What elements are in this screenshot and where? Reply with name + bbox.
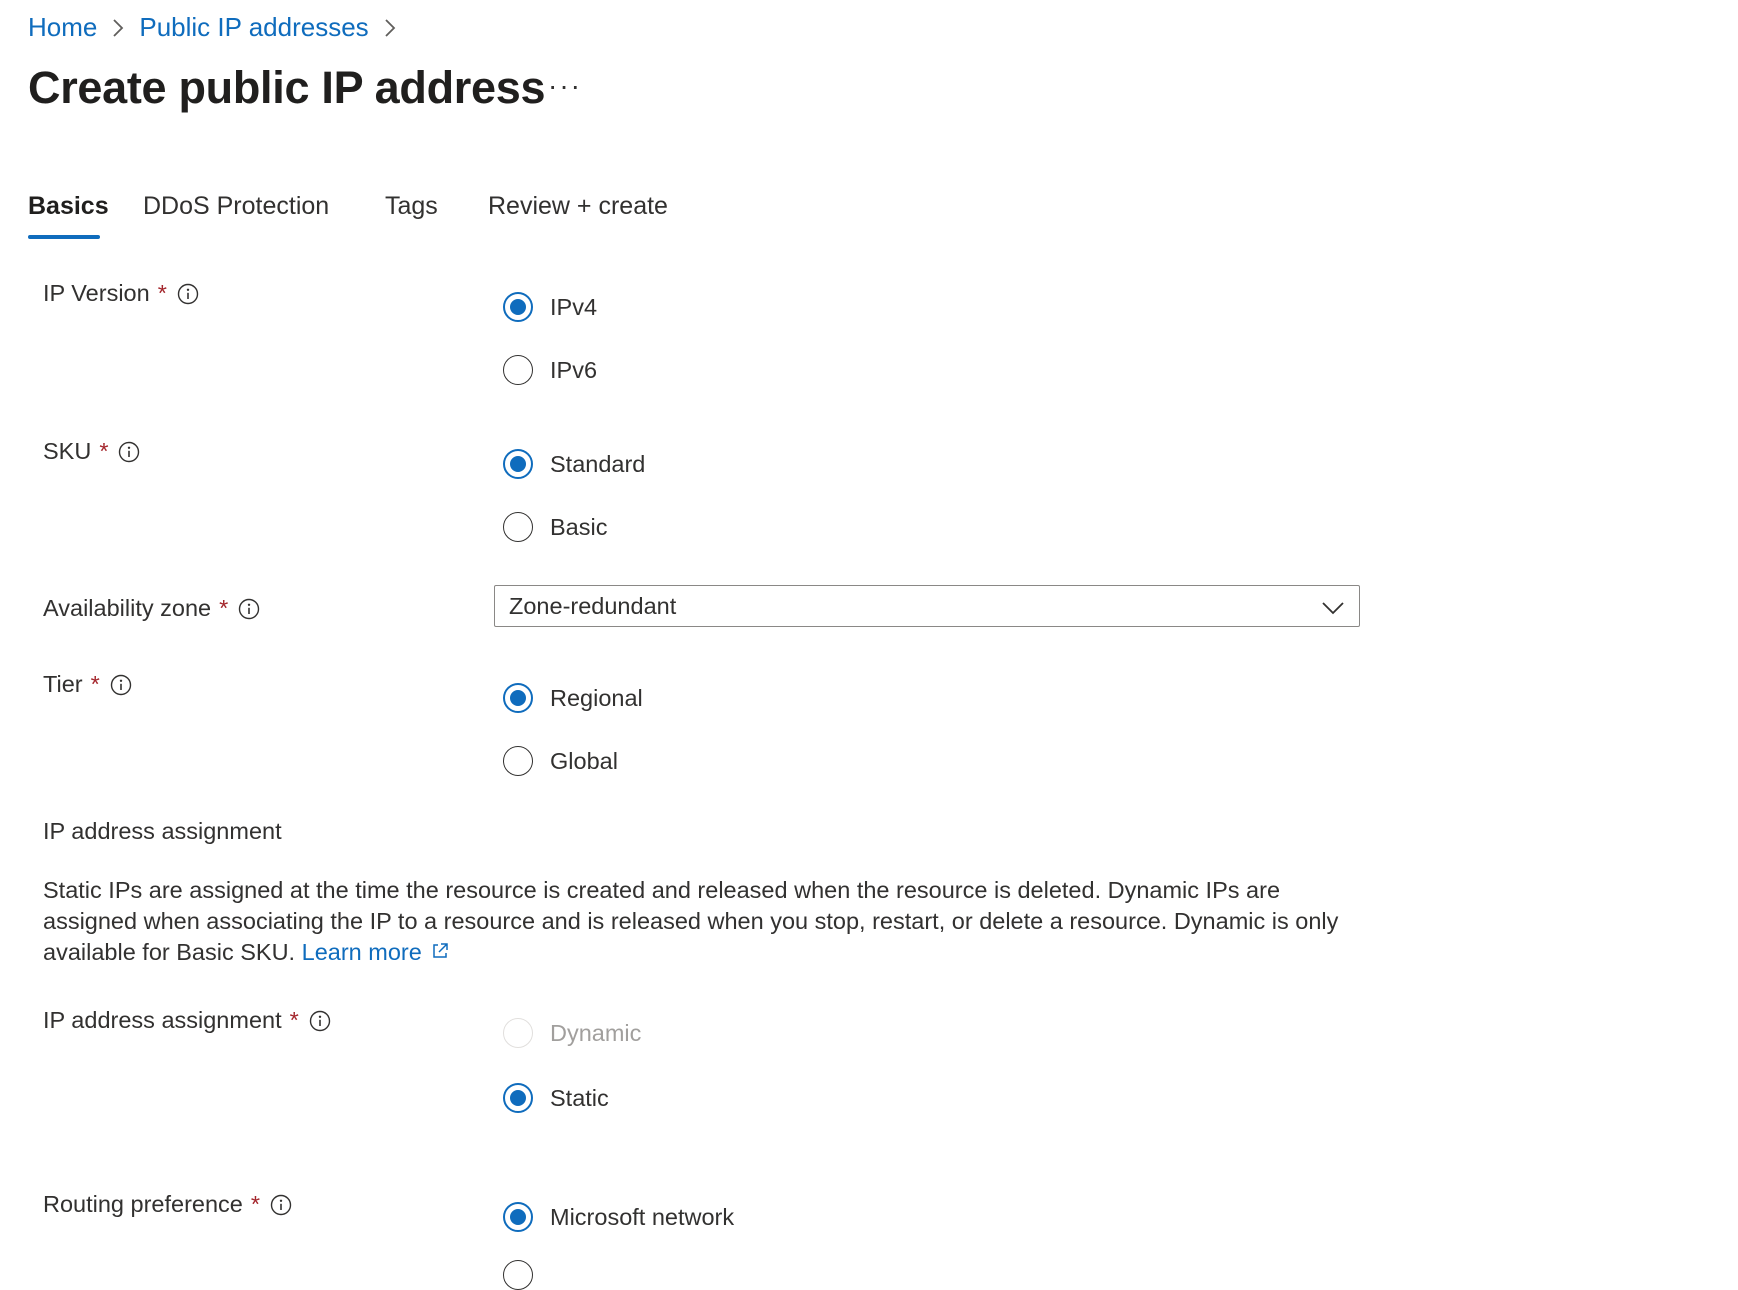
required-marker: * [157,280,167,306]
ip-assignment-heading: IP address assignment [43,818,282,844]
radio-circle-partial[interactable] [503,1260,533,1290]
ip-assignment-label: IP address assignment * [43,1007,331,1034]
info-icon[interactable] [309,1010,331,1032]
required-marker: * [219,595,229,621]
dropdown-value: Zone-redundant [509,592,677,619]
radio-circle[interactable] [503,512,533,542]
radio-global[interactable]: Global [503,746,618,776]
sku-label: SKU * [43,438,140,465]
radio-circle[interactable] [503,292,533,322]
required-marker: * [250,1191,261,1217]
radio-regional[interactable]: Regional [503,683,643,713]
radio-label: Basic [550,513,608,540]
info-icon[interactable] [110,674,132,696]
radio-label: Global [550,747,618,774]
radio-dynamic: Dynamic [503,1018,641,1048]
routing-preference-label-text: Routing preference [43,1191,243,1217]
chevron-right-icon [383,17,397,39]
radio-circle[interactable] [503,746,533,776]
tier-label-text: Tier [43,671,83,697]
learn-more-text: Learn more [301,939,422,965]
routing-preference-label: Routing preference * [43,1191,292,1218]
chevron-down-icon [1321,596,1345,620]
breadcrumb-public-ip-link[interactable]: Public IP addresses [139,12,368,43]
radio-ipv6[interactable]: IPv6 [503,355,597,385]
required-marker: * [99,438,109,464]
tab-basics[interactable]: Basics [28,192,109,221]
more-options-button[interactable]: ··· [548,70,582,102]
required-marker: * [289,1007,299,1033]
radio-label: IPv4 [550,293,598,320]
description-text: Static IPs are assigned at the time the … [43,877,1339,965]
radio-label: Static [550,1084,609,1111]
info-icon[interactable] [177,283,199,305]
ip-assignment-label-text: IP address assignment [43,1007,282,1033]
ip-version-label-text: IP Version [43,280,150,306]
radio-microsoft-network[interactable]: Microsoft network [503,1202,734,1232]
radio-circle[interactable] [503,355,533,385]
radio-label: Regional [550,684,643,711]
radio-static[interactable]: Static [503,1083,609,1113]
radio-circle[interactable] [503,449,533,479]
radio-basic[interactable]: Basic [503,512,607,542]
tab-review-create[interactable]: Review + create [488,192,668,221]
required-marker: * [90,671,100,697]
radio-circle[interactable] [503,1202,533,1232]
ip-version-label: IP Version * [43,280,199,307]
tab-ddos-protection[interactable]: DDoS Protection [143,192,329,221]
active-tab-indicator [28,235,100,239]
learn-more-link[interactable]: Learn more [302,939,450,965]
tier-label: Tier * [43,671,132,698]
radio-circle [503,1018,533,1048]
radio-label: Standard [550,450,646,477]
page-title: Create public IP address [28,62,546,113]
radio-circle[interactable] [503,1083,533,1113]
tab-tags[interactable]: Tags [385,192,438,221]
availability-zone-label-text: Availability zone [43,595,212,621]
radio-label: IPv6 [550,356,598,383]
chevron-right-icon [111,17,125,39]
breadcrumb-home-link[interactable]: Home [28,12,97,43]
availability-zone-label: Availability zone * [43,595,260,622]
radio-label: Microsoft network [550,1203,735,1230]
radio-ipv4[interactable]: IPv4 [503,292,597,322]
radio-label: Dynamic [550,1019,642,1046]
info-icon[interactable] [238,598,260,620]
radio-standard[interactable]: Standard [503,449,645,479]
sku-label-text: SKU [43,438,92,464]
info-icon[interactable] [270,1194,292,1216]
ip-assignment-description: Static IPs are assigned at the time the … [43,875,1363,968]
radio-circle[interactable] [503,683,533,713]
info-icon[interactable] [118,441,140,463]
availability-zone-dropdown[interactable]: Zone-redundant [494,585,1360,627]
external-link-icon [430,938,450,958]
breadcrumb: Home Public IP addresses [28,12,411,43]
